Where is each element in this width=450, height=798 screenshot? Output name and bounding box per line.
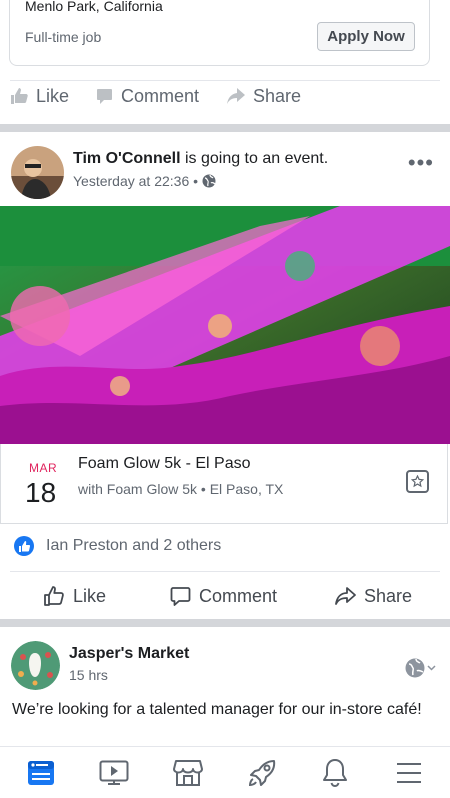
job-location: Menlo Park, California [25,0,163,14]
post-meta: Yesterday at 22:36 • [73,173,216,189]
page-avatar[interactable] [11,641,60,690]
event-save-button[interactable] [406,470,429,493]
event-month: MAR [29,461,58,475]
like-reaction-icon [14,536,34,556]
like-label: Like [36,85,70,106]
post-text: We’re looking for a talented manager for… [12,701,422,718]
event-info[interactable]: MAR 18 Foam Glow 5k - El Paso with Foam … [0,444,448,524]
nav-news-feed[interactable] [11,748,71,798]
watch-icon [99,760,129,785]
nav-explore[interactable] [232,748,292,798]
marketplace-icon [173,759,204,786]
event-day: 18 [25,477,57,508]
thumbs-up-icon [44,586,64,606]
reactions-text: Ian Preston and 2 others [46,537,222,554]
share-label: Share [364,585,413,606]
page-author[interactable]: Jasper's Market [69,645,189,662]
post-author[interactable]: Tim O'Connell [73,150,181,167]
share-label: Share [253,85,302,106]
rocket-icon [248,759,275,786]
page-post-meta: 15 hrs [69,667,108,683]
star-icon [411,475,424,488]
notifications-icon [323,758,348,787]
post-author-line: Tim O'Connell is going to an event. [73,150,328,168]
nav-notifications[interactable] [305,748,365,798]
share-button[interactable]: Share [334,586,412,607]
reactions-summary[interactable]: Ian Preston and 2 others [14,536,221,556]
chevron-down-icon [427,665,436,671]
share-icon [227,88,245,104]
comment-icon [170,586,191,606]
like-label: Like [73,585,107,606]
audience-selector[interactable] [405,658,436,678]
comment-button[interactable]: Comment [96,86,199,107]
globe-icon [202,174,216,188]
share-icon [335,587,356,605]
nav-marketplace[interactable] [158,748,218,798]
job-action-row: Like Comment Share [0,74,450,118]
event-action-row: Like Comment Share [0,574,450,618]
avatar[interactable] [11,146,64,199]
apply-now-button[interactable]: Apply Now [317,22,415,51]
nav-menu[interactable] [379,748,439,798]
comment-label: Comment [121,85,200,106]
globe-icon [405,658,425,678]
like-button[interactable]: Like [10,86,69,107]
event-title[interactable]: Foam Glow 5k - El Paso [78,455,251,473]
thumbs-up-icon [11,88,28,104]
feed-divider [0,124,450,132]
share-button[interactable]: Share [227,86,301,107]
post-timestamp[interactable]: Yesterday at 22:36 • [73,173,198,189]
divider-line [10,571,440,572]
comment-button[interactable]: Comment [170,586,277,607]
event-subtitle: with Foam Glow 5k • El Paso, TX [78,481,284,497]
job-type: Full-time job [25,29,102,45]
page-timestamp[interactable]: 15 hrs [69,667,108,683]
like-button[interactable]: Like [43,585,106,607]
news-feed-icon [27,760,54,785]
comment-label: Comment [199,585,278,606]
bottom-nav [0,746,450,798]
more-options-icon[interactable]: ••• [408,150,434,176]
post-activity: is going to an event. [180,150,329,167]
menu-icon [397,762,422,783]
comment-icon [97,88,112,104]
feed-divider [0,619,450,627]
page-author-line: Jasper's Market [69,645,189,663]
nav-watch[interactable] [84,748,144,798]
event-cover-image[interactable] [0,206,450,444]
job-card: Menlo Park, California Full-time job App… [9,0,430,66]
